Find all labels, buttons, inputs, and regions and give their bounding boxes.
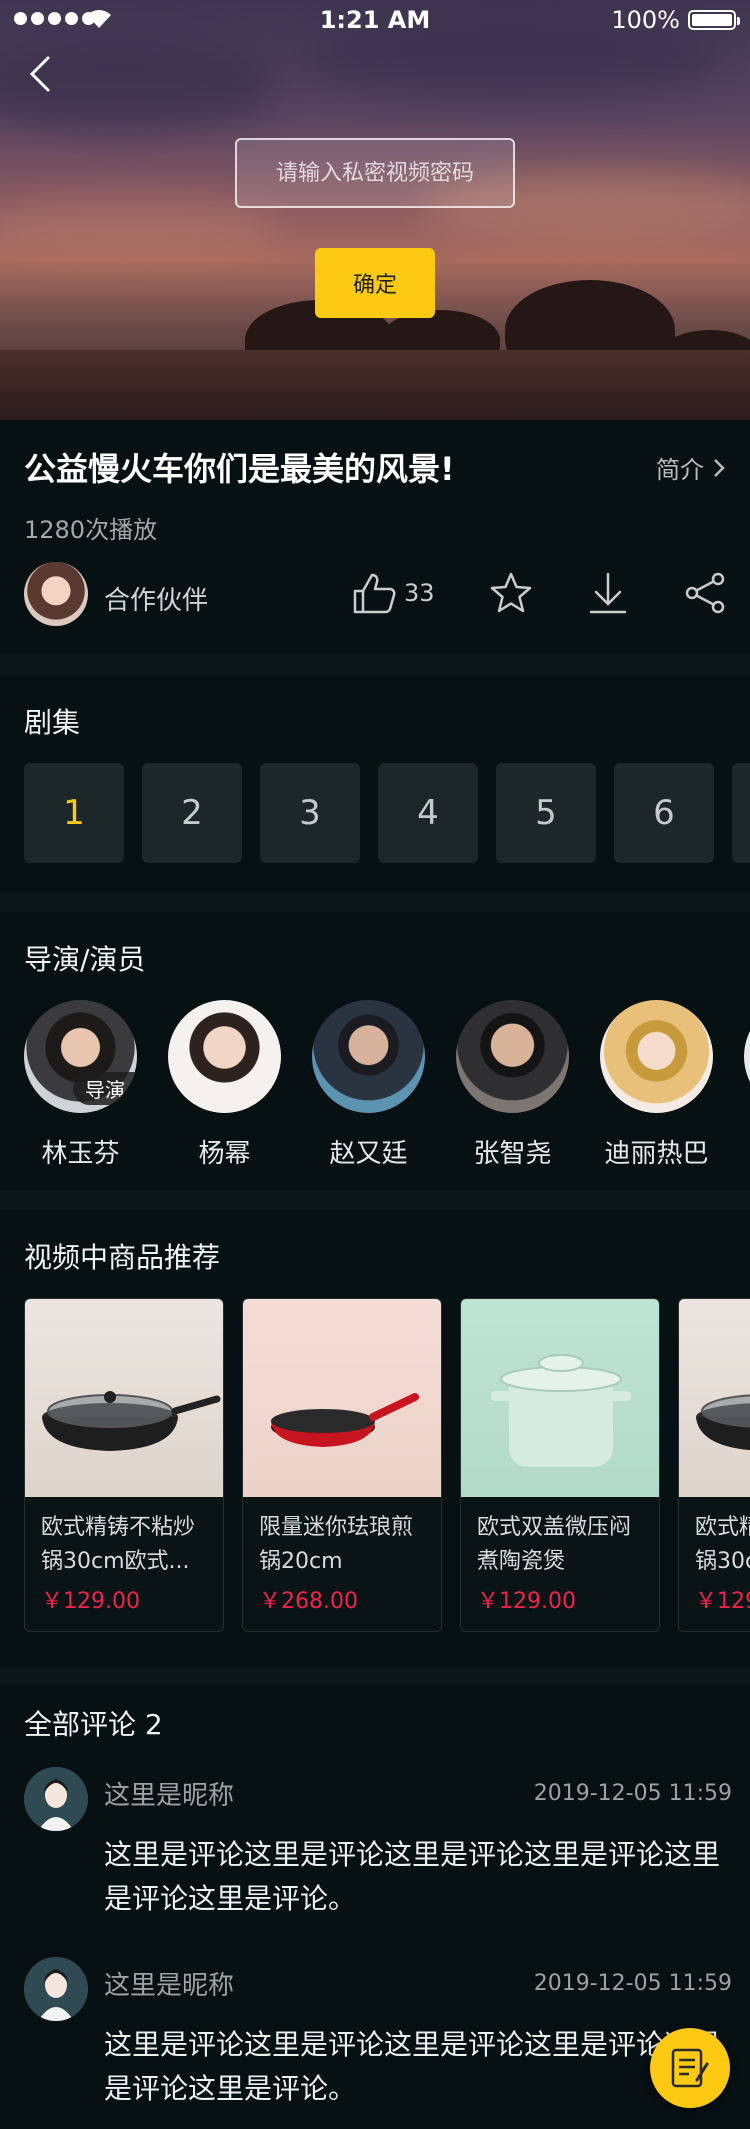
product-image bbox=[679, 1299, 750, 1497]
battery-icon bbox=[688, 10, 740, 30]
product-price: ￥268.00 bbox=[259, 1589, 358, 1614]
episode-button[interactable]: 3 bbox=[260, 763, 360, 863]
product-price: ￥129.00 bbox=[695, 1589, 750, 1614]
product-name: 欧式精铸不粘炒锅30cm欧式... bbox=[41, 1515, 196, 1574]
comments-title: 全部评论 2 bbox=[24, 1708, 163, 1741]
director-tag: 导演 bbox=[73, 1072, 137, 1105]
episodes-title: 剧集 bbox=[24, 706, 81, 739]
notepad-icon bbox=[671, 2048, 709, 2088]
cast-item[interactable]: 杨幂 bbox=[168, 1000, 281, 1170]
products-title: 视频中商品推荐 bbox=[24, 1241, 221, 1274]
video-player[interactable]: 1:21 AM 100% 确定 bbox=[0, 0, 750, 420]
cast-photo bbox=[744, 1000, 750, 1113]
like-count: 33 bbox=[404, 579, 435, 607]
wok-icon bbox=[696, 1394, 750, 1451]
chevron-right-icon bbox=[714, 458, 725, 477]
product-image bbox=[243, 1299, 441, 1497]
cast-name: 迪丽热巴 bbox=[604, 1139, 709, 1169]
cloud-decoration bbox=[0, 200, 280, 260]
cast-section: 导演/演员 导演 林玉芬 杨幂 赵又廷 张智尧 迪丽热巴 bbox=[0, 912, 750, 1190]
episode-button[interactable]: 4 bbox=[378, 763, 478, 863]
back-button[interactable] bbox=[22, 52, 62, 96]
intro-link[interactable]: 简介 bbox=[656, 450, 726, 485]
cast-photo bbox=[456, 1000, 569, 1113]
products-section: 视频中商品推荐 欧式精铸不粘炒锅30cm欧式... ￥129.00 限量迷你珐琅… bbox=[0, 1210, 750, 1667]
video-info: 公益慢火车你们是最美的风景! 简介 1280次播放 合作伙伴 33 bbox=[0, 420, 750, 655]
avatar[interactable] bbox=[24, 1767, 88, 1831]
episode-button[interactable]: 6 bbox=[614, 763, 714, 863]
cast-item[interactable]: 赵又廷 bbox=[312, 1000, 425, 1170]
cast-photo bbox=[600, 1000, 713, 1113]
cast-item[interactable]: 迪丽热巴 bbox=[600, 1000, 713, 1170]
cast-item-partial[interactable] bbox=[744, 1000, 750, 1170]
play-count: 1280次播放 bbox=[24, 516, 158, 544]
product-name: 欧式精铸不粘炒锅30cm欧式... bbox=[695, 1515, 750, 1574]
write-comment-button[interactable] bbox=[650, 2028, 730, 2108]
comments-section: 全部评论 2 这里是昵称 2019-12-05 11:59 这里是评论这里是评论… bbox=[0, 1685, 750, 2129]
episode-button[interactable]: 1 bbox=[24, 763, 124, 863]
comment-nickname[interactable]: 这里是昵称 bbox=[104, 1965, 234, 2002]
cast-name: 杨幂 bbox=[198, 1139, 251, 1169]
product-card[interactable]: 欧式精铸不粘炒锅30cm欧式... ￥129.00 bbox=[24, 1298, 224, 1632]
product-card-partial[interactable]: 欧式精铸不粘炒锅30cm欧式... ￥129.00 bbox=[678, 1298, 750, 1632]
cast-photo bbox=[168, 1000, 281, 1113]
episode-list: 1 2 3 4 5 6 bbox=[24, 763, 750, 863]
share-button[interactable] bbox=[684, 570, 728, 616]
product-price: ￥129.00 bbox=[477, 1589, 576, 1614]
episode-button[interactable]: 2 bbox=[142, 763, 242, 863]
partner-avatar[interactable] bbox=[24, 562, 88, 626]
favorite-star-button[interactable] bbox=[488, 570, 534, 616]
product-image bbox=[461, 1299, 659, 1497]
like-button[interactable]: 33 bbox=[352, 570, 435, 616]
cast-name: 林玉芬 bbox=[41, 1139, 120, 1169]
cast-title: 导演/演员 bbox=[24, 943, 146, 976]
password-input[interactable] bbox=[235, 138, 515, 208]
status-bar: 1:21 AM 100% bbox=[0, 0, 750, 40]
section-divider bbox=[0, 655, 750, 675]
video-title: 公益慢火车你们是最美的风景! bbox=[24, 450, 455, 488]
download-button[interactable] bbox=[588, 570, 628, 616]
cast-name: 赵又廷 bbox=[329, 1139, 408, 1169]
battery-percentage: 100% bbox=[611, 6, 680, 34]
comment-nickname[interactable]: 这里是昵称 bbox=[104, 1775, 234, 1812]
confirm-button[interactable]: 确定 bbox=[315, 248, 435, 318]
comment-time: 2019-12-05 11:59 bbox=[533, 1781, 732, 1806]
product-price: ￥129.00 bbox=[41, 1589, 140, 1614]
comment-text: 这里是评论这里是评论这里是评论这里是评论这里是评论这里是评论。 bbox=[104, 2028, 721, 2105]
avatar[interactable] bbox=[24, 1957, 88, 2021]
product-list: 欧式精铸不粘炒锅30cm欧式... ￥129.00 限量迷你珐琅煎锅20cm ￥… bbox=[24, 1298, 750, 1632]
wok-icon bbox=[42, 1391, 221, 1451]
section-divider bbox=[0, 1667, 750, 1687]
product-image bbox=[25, 1299, 223, 1497]
partner-name[interactable]: 合作伙伴 bbox=[104, 580, 208, 617]
ground bbox=[0, 350, 750, 420]
frying-pan-icon bbox=[271, 1393, 419, 1447]
cast-photo bbox=[312, 1000, 425, 1113]
episodes-section: 剧集 1 2 3 4 5 6 bbox=[0, 675, 750, 893]
product-name: 欧式双盖微压闷煮陶瓷煲 bbox=[477, 1515, 632, 1574]
cast-photo: 导演 bbox=[24, 1000, 137, 1113]
episode-button[interactable]: 5 bbox=[496, 763, 596, 863]
section-divider bbox=[0, 893, 750, 913]
intro-label: 简介 bbox=[656, 456, 704, 484]
product-card[interactable]: 欧式双盖微压闷煮陶瓷煲 ￥129.00 bbox=[460, 1298, 660, 1632]
cast-name: 张智尧 bbox=[473, 1139, 552, 1169]
cast-item[interactable]: 张智尧 bbox=[456, 1000, 569, 1170]
comment-time: 2019-12-05 11:59 bbox=[533, 1971, 732, 1996]
casserole-icon bbox=[491, 1354, 631, 1467]
cast-list: 导演 林玉芬 杨幂 赵又廷 张智尧 迪丽热巴 bbox=[24, 1000, 750, 1170]
product-name: 限量迷你珐琅煎锅20cm bbox=[259, 1515, 414, 1574]
episode-button-partial[interactable] bbox=[732, 763, 750, 863]
cast-item[interactable]: 导演 林玉芬 bbox=[24, 1000, 137, 1170]
section-divider bbox=[0, 1190, 750, 1210]
thumbs-up-icon bbox=[353, 573, 396, 614]
comment-text: 这里是评论这里是评论这里是评论这里是评论这里是评论这里是评论。 bbox=[104, 1838, 721, 1915]
product-card[interactable]: 限量迷你珐琅煎锅20cm ￥268.00 bbox=[242, 1298, 442, 1632]
